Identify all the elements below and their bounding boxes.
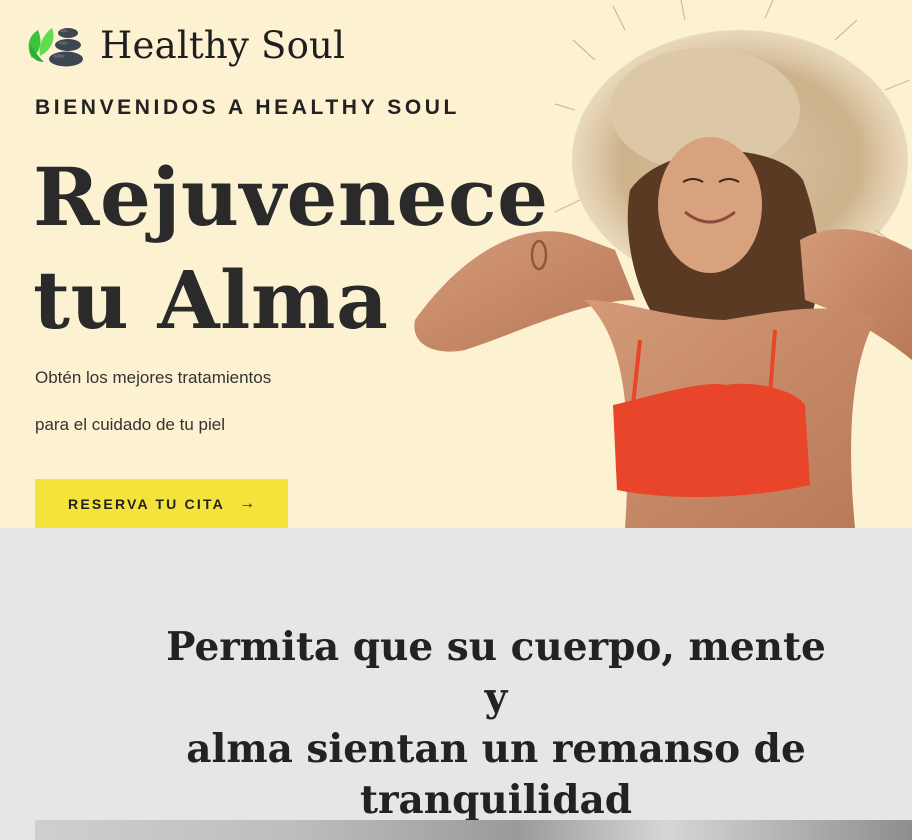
hero-subtitle-line-1: Obtén los mejores tratamientos — [35, 368, 272, 387]
intro-heading: Permita que su cuerpo, mente y alma sien… — [150, 622, 842, 826]
brand-name: Healthy Soul — [100, 24, 346, 67]
hero-subtitle-line-2: para el cuidado de tu piel — [35, 415, 225, 434]
spa-stones-logo-icon — [26, 24, 84, 68]
hero-photo — [405, 0, 912, 528]
site-logo[interactable]: Healthy Soul — [26, 24, 345, 68]
intro-line-1: Permita que su cuerpo, mente y — [166, 624, 826, 721]
book-appointment-button[interactable]: RESERVA TU CITA → — [35, 479, 288, 528]
intro-line-3: tranquilidad — [359, 777, 633, 823]
book-appointment-label: RESERVA TU CITA — [68, 495, 225, 512]
headline-line-2: tu Alma — [33, 253, 389, 347]
hero-eyebrow: BIENVENIDOS A HEALTHY SOUL — [35, 96, 460, 119]
arrow-right-icon: → — [238, 494, 255, 512]
hero-section: Healthy Soul BIENVENIDOS A HEALTHY SOUL … — [0, 0, 912, 528]
gallery-image-strip — [35, 820, 912, 840]
intro-line-2: alma sientan un remanso de — [186, 726, 806, 772]
